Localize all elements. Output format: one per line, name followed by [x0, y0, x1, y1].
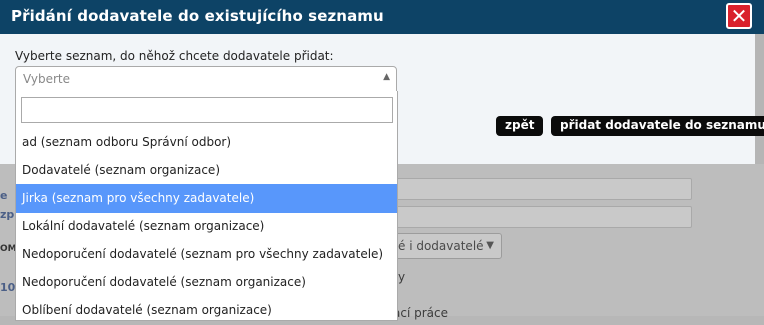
- modal-header: Přidání dodavatele do existujícího sezna…: [0, 0, 764, 34]
- modal-title: Přidání dodavatele do existujícího sezna…: [11, 7, 384, 25]
- dropdown-option[interactable]: ad (seznam odboru Správní odbor): [16, 128, 397, 157]
- dropdown-option[interactable]: Nedoporučení dodavatelé (seznam pro všec…: [16, 240, 397, 269]
- close-icon: ✕: [730, 4, 748, 28]
- close-button[interactable]: ✕: [726, 3, 752, 29]
- background-text-prace: ací práce: [393, 306, 448, 320]
- dropdown-search-input[interactable]: [21, 97, 393, 123]
- background-select-value: é i dodavatelé: [398, 239, 484, 253]
- background-text-y: y: [398, 270, 406, 284]
- list-select[interactable]: Vyberte ▲: [15, 66, 397, 92]
- back-button[interactable]: zpět: [496, 116, 544, 136]
- background-left-fragment-1: e: [0, 189, 8, 202]
- add-supplier-button[interactable]: přidat dodavatele do seznamu: [551, 116, 764, 136]
- chevron-up-icon: ▲: [383, 72, 390, 82]
- dropdown-option[interactable]: Dodavatelé (seznam organizace): [16, 156, 397, 185]
- list-select-label: Vyberte seznam, do něhož chcete dodavate…: [15, 49, 334, 63]
- list-select-placeholder: Vyberte: [23, 72, 71, 86]
- chevron-down-icon: ▼: [486, 240, 494, 251]
- background-field-2: [393, 206, 692, 228]
- list-dropdown: ad (seznam odboru Správní odbor) Dodavat…: [15, 91, 398, 321]
- dropdown-option-highlighted[interactable]: Jirka (seznam pro všechny zadavatele): [16, 184, 397, 213]
- background-field-1: [393, 178, 692, 200]
- dropdown-option[interactable]: Lokální dodavatelé (seznam organizace): [16, 212, 397, 241]
- background-select: é i dodavatelé ▼: [393, 233, 502, 259]
- dropdown-option[interactable]: Oblíbení dodavatelé (seznam organizace): [16, 296, 397, 325]
- dropdown-option[interactable]: Nedoporučení dodavatelé (seznam organiza…: [16, 268, 397, 297]
- background-left-fragment-4: 10: [0, 281, 16, 294]
